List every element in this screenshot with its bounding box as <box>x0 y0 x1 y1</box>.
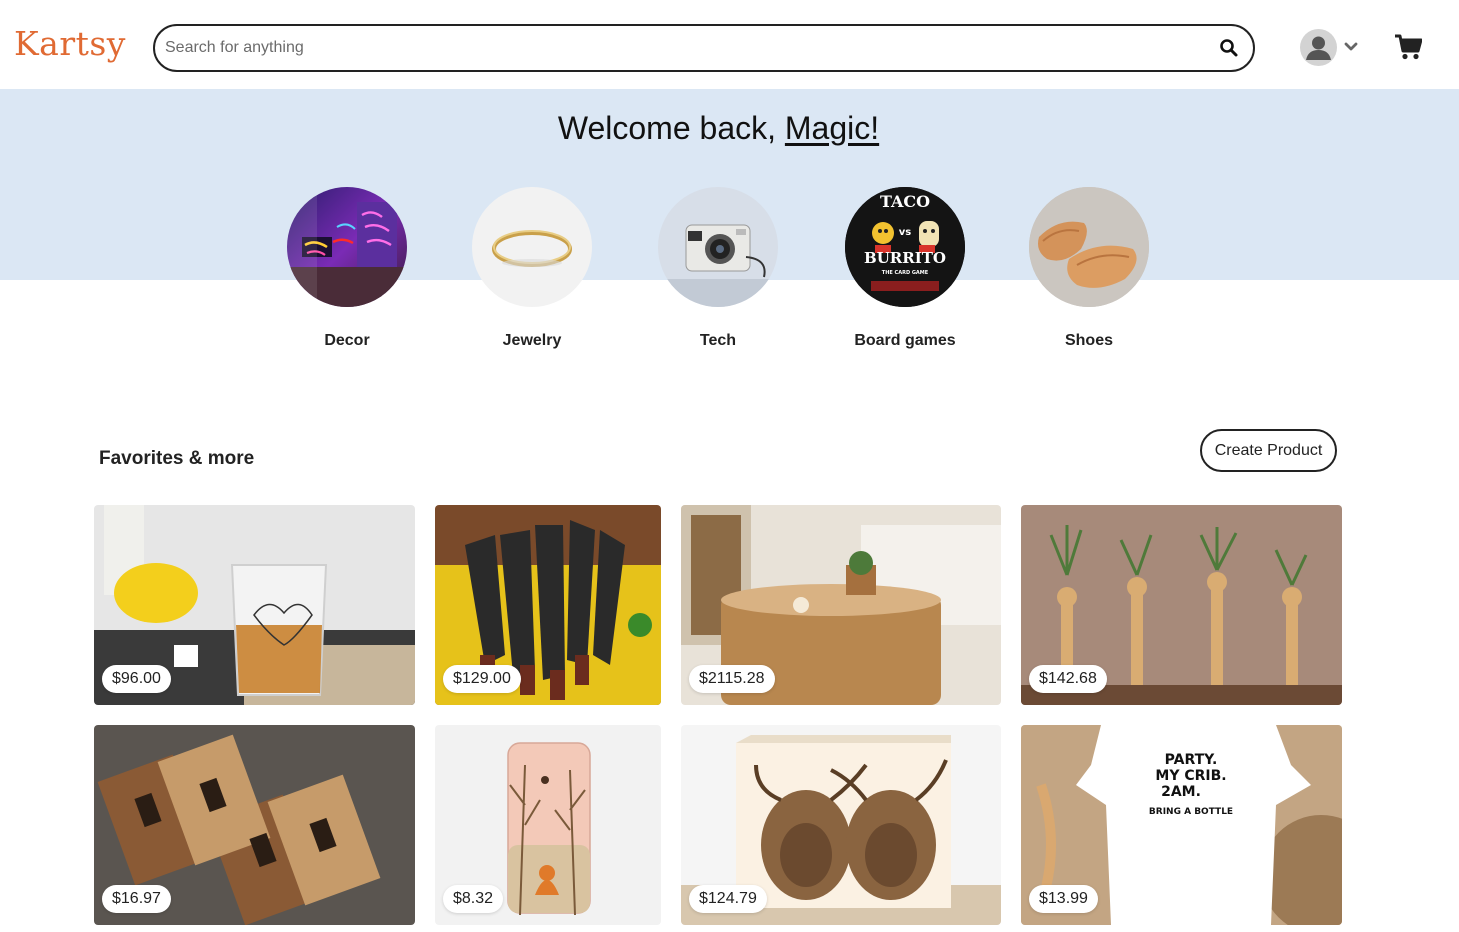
category-tech-image <box>658 187 778 307</box>
product-card[interactable]: $2115.28 <box>681 505 1001 705</box>
product-price: $13.99 <box>1029 885 1098 913</box>
welcome-heading: Welcome back, Magic! <box>0 110 1437 147</box>
category-decor-image <box>287 187 407 307</box>
product-price: $96.00 <box>102 665 171 693</box>
category-jewelry-image <box>472 187 592 307</box>
category-label: Shoes <box>1064 332 1113 349</box>
product-card[interactable]: $16.97 <box>94 725 415 925</box>
product-card[interactable]: $129.00 <box>435 505 661 705</box>
product-price: $124.79 <box>689 885 767 913</box>
category-label: Board games <box>854 332 956 349</box>
product-price: $16.97 <box>102 885 171 913</box>
section-title-favorites: Favorites & more <box>99 448 255 469</box>
product-card[interactable]: $96.00 <box>94 505 415 705</box>
board-game-title-taco: TACO <box>880 192 930 211</box>
category-decor[interactable]: Decor <box>267 187 427 350</box>
user-avatar-icon[interactable] <box>1300 29 1337 66</box>
category-tech[interactable]: Tech <box>638 187 798 350</box>
product-card[interactable]: $8.32 <box>435 725 661 925</box>
search-icon[interactable] <box>1219 38 1239 58</box>
board-game-subtitle: THE CARD GAME <box>882 270 929 276</box>
category-board-games[interactable]: TACO vs BURRITO THE CARD GAME Board game… <box>825 187 985 350</box>
onesie-text-line1: PARTY. <box>1165 752 1218 768</box>
category-label: Decor <box>324 332 370 349</box>
board-game-title-vs: vs <box>899 227 912 238</box>
create-product-button[interactable]: Create Product <box>1200 429 1337 472</box>
user-name-link[interactable]: Magic! <box>785 110 879 146</box>
onesie-text-line4: BRING A BOTTLE <box>1149 807 1233 817</box>
category-board-games-image: TACO vs BURRITO THE CARD GAME <box>845 187 965 307</box>
welcome-text: Welcome back, <box>557 110 785 146</box>
cart-icon[interactable] <box>1394 33 1422 61</box>
board-game-title-burrito: BURRITO <box>864 249 946 267</box>
top-header: Kartsy <box>0 0 1459 89</box>
product-card[interactable]: $142.68 <box>1021 505 1342 705</box>
product-price: $142.68 <box>1029 665 1107 693</box>
search-bar <box>153 24 1255 72</box>
onesie-text-line3: 2AM. <box>1161 784 1201 800</box>
product-card[interactable]: PARTY. MY CRIB. 2AM. BRING A BOTTLE $13.… <box>1021 725 1342 925</box>
search-input[interactable] <box>165 34 1195 62</box>
site-logo[interactable]: Kartsy <box>14 24 126 63</box>
category-label: Tech <box>699 332 737 349</box>
product-price: $8.32 <box>443 885 504 913</box>
product-card[interactable]: $124.79 <box>681 725 1001 925</box>
category-shoes[interactable]: Shoes <box>1009 187 1169 350</box>
category-label: Jewelry <box>502 332 562 349</box>
chevron-down-icon[interactable] <box>1343 39 1359 55</box>
product-price: $2115.28 <box>689 665 775 693</box>
product-price: $129.00 <box>443 665 521 693</box>
onesie-text-line2: MY CRIB. <box>1155 768 1226 784</box>
category-jewelry[interactable]: Jewelry <box>452 187 612 350</box>
category-shoes-image <box>1029 187 1149 307</box>
